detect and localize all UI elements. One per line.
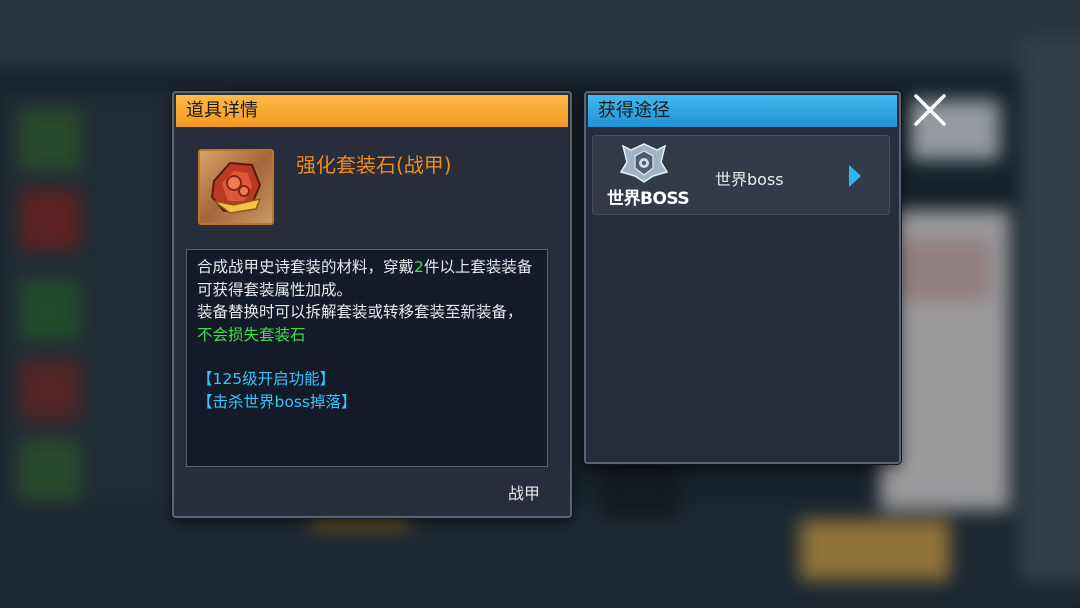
world-boss-logo-text: 世界BOSS: [607, 189, 690, 209]
set-piece-count: 2: [414, 258, 424, 276]
item-details-header: 道具详情: [176, 95, 568, 127]
description-paragraph-1: 合成战甲史诗套装的材料，穿戴2件以上套装装备可获得套装属性加成。: [197, 256, 537, 301]
item-description: 合成战甲史诗套装的材料，穿戴2件以上套装装备可获得套装属性加成。 装备替换时可以…: [186, 249, 548, 467]
source-item-world-boss[interactable]: 世界BOSS 世界boss: [592, 135, 890, 215]
play-arrow-icon[interactable]: [849, 165, 861, 187]
acquisition-source-header: 获得途径: [588, 95, 897, 127]
item-type-label: 战甲: [507, 484, 540, 503]
world-boss-emblem-icon: [619, 143, 669, 183]
source-hint-level: 【125级开启功能】: [197, 370, 336, 388]
item-details-panel: 道具详情 强化套装石(战甲) 合成战甲史诗套装的材料，穿戴2件以上套装装备可获得…: [172, 91, 572, 518]
close-icon[interactable]: [910, 92, 950, 128]
game-screen: 道具详情 强化套装石(战甲) 合成战甲史诗套装的材料，穿戴2件以上套装装备可获得…: [0, 0, 1080, 608]
source-hint-boss: 【击杀世界boss掉落】: [197, 392, 357, 411]
source-label: 世界boss: [715, 170, 784, 189]
description-text: 装备替换时可以拆解套装或转移套装至新装备，: [197, 303, 523, 321]
description-paragraph-2: 装备替换时可以拆解套装或转移套装至新装备， 不会损失套装石: [197, 301, 537, 346]
no-loss-highlight: 不会损失套装石: [197, 325, 306, 344]
description-text: 合成战甲史诗套装的材料，穿戴: [197, 258, 415, 276]
acquisition-source-panel: 获得途径 世界BOSS 世界boss: [584, 91, 901, 464]
armor-set-stone-icon: [198, 149, 274, 225]
item-name: 强化套装石(战甲): [296, 153, 452, 177]
